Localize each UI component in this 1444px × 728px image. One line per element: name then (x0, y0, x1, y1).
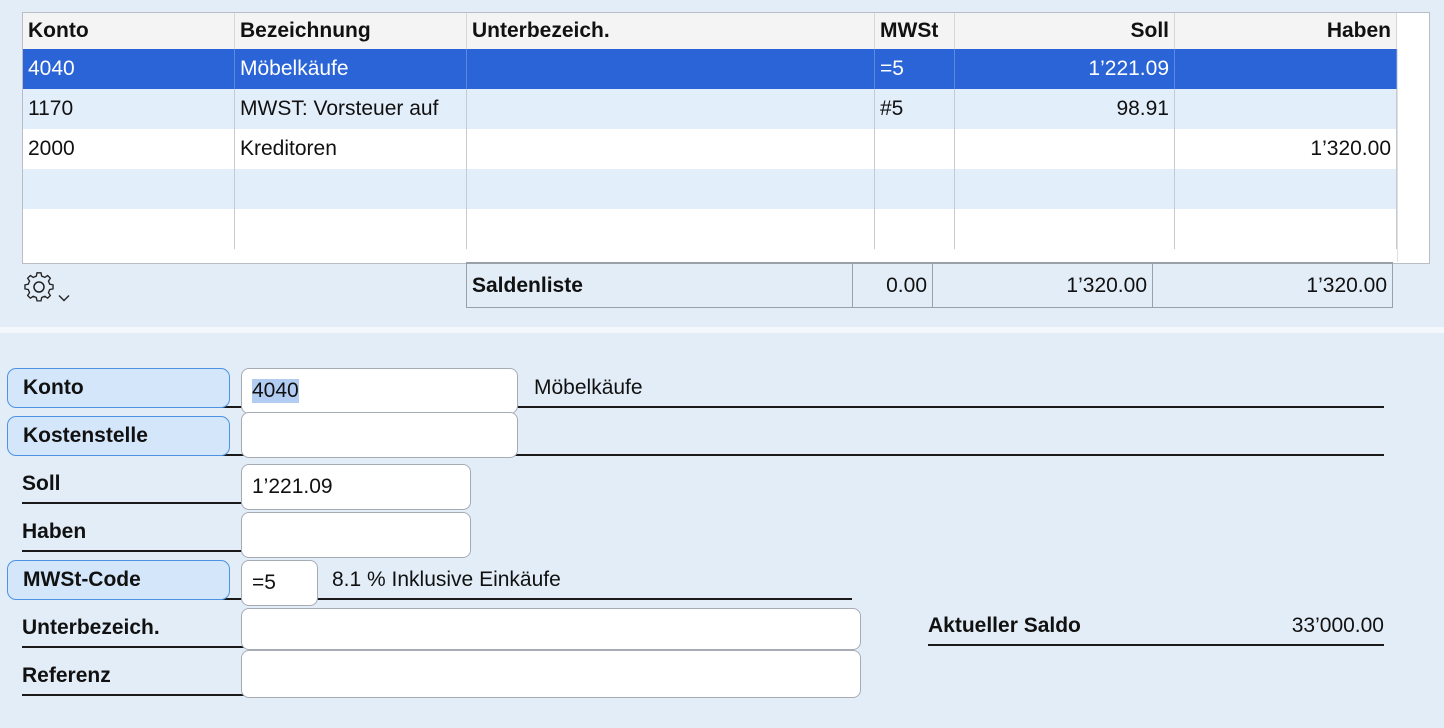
cell-konto[interactable]: 1170 (23, 89, 235, 129)
mwst-code-label-button[interactable]: MWSt-Code (7, 560, 230, 600)
column-header-soll[interactable]: Soll (955, 13, 1175, 49)
cell-bezeichnung[interactable] (235, 169, 467, 209)
konto-description: Möbelkäufe (534, 376, 643, 399)
column-header-haben[interactable]: Haben (1175, 13, 1397, 49)
cell-bezeichnung[interactable]: Kreditoren (235, 129, 467, 169)
table-row[interactable] (23, 169, 1397, 209)
haben-label: Haben (22, 520, 87, 543)
cell-unterbezeich[interactable] (467, 169, 875, 209)
cell-haben[interactable] (1175, 49, 1397, 89)
cell-soll[interactable]: 98.91 (955, 89, 1175, 129)
column-header-mwst[interactable]: MWSt (875, 13, 955, 49)
saldenliste-summary: Saldenliste 0.00 1’320.00 1’320.00 (466, 262, 1393, 308)
soll-input[interactable]: 1’221.09 (241, 464, 471, 510)
cell-konto[interactable]: 4040 (23, 49, 235, 89)
cell-konto[interactable] (23, 209, 235, 249)
table-row[interactable]: 2000 Kreditoren 1’320.00 (23, 129, 1397, 169)
cell-bezeichnung[interactable]: MWST: Vorsteuer auf (235, 89, 467, 129)
mwst-code-input[interactable]: =5 (241, 560, 318, 606)
cell-bezeichnung[interactable]: Möbelkäufe (235, 49, 467, 89)
cell-haben[interactable] (1175, 209, 1397, 249)
cell-mwst[interactable]: #5 (875, 89, 955, 129)
referenz-label: Referenz (22, 664, 111, 687)
cell-unterbezeich[interactable] (467, 129, 875, 169)
column-header-unterbezeich[interactable]: Unterbezeich. (467, 13, 875, 49)
cell-soll[interactable] (955, 169, 1175, 209)
unterbezeich-input[interactable] (241, 608, 861, 650)
saldenliste-soll: 1’320.00 (933, 264, 1153, 308)
aktueller-saldo-label: Aktueller Saldo (928, 614, 1081, 637)
settings-menu-button[interactable] (22, 270, 72, 306)
mwst-code-description: 8.1 % Inklusive Einkäufe (332, 568, 561, 591)
cell-bezeichnung[interactable] (235, 209, 467, 249)
table-row[interactable] (23, 209, 1397, 249)
konto-label-button[interactable]: Konto (7, 368, 230, 408)
table-row[interactable]: 1170 MWST: Vorsteuer auf #5 98.91 (23, 89, 1397, 129)
chevron-down-icon (58, 295, 70, 302)
kostenstelle-label-button[interactable]: Kostenstelle (7, 416, 230, 456)
booking-table: Konto Bezeichnung Unterbezeich. MWSt Sol… (22, 12, 1430, 264)
vertical-scrollbar[interactable] (1397, 49, 1429, 262)
header-filler (1397, 13, 1428, 49)
column-header-bezeichnung[interactable]: Bezeichnung (235, 13, 467, 49)
cell-soll[interactable]: 1’221.09 (955, 49, 1175, 89)
cell-mwst[interactable] (875, 129, 955, 169)
cell-konto[interactable]: 2000 (23, 129, 235, 169)
cell-mwst[interactable] (875, 209, 955, 249)
cell-haben[interactable] (1175, 89, 1397, 129)
cell-mwst[interactable]: =5 (875, 49, 955, 89)
column-header-konto[interactable]: Konto (23, 13, 235, 49)
cell-unterbezeich[interactable] (467, 49, 875, 89)
cell-haben[interactable]: 1’320.00 (1175, 129, 1397, 169)
cell-unterbezeich[interactable] (467, 89, 875, 129)
cell-unterbezeich[interactable] (467, 209, 875, 249)
table-row[interactable]: 4040 Möbelkäufe =5 1’221.09 (23, 49, 1397, 89)
referenz-input[interactable] (241, 650, 861, 698)
kostenstelle-input[interactable] (241, 412, 518, 458)
saldenliste-mwst: 0.00 (853, 264, 933, 308)
konto-input[interactable]: 4040 (241, 368, 518, 414)
konto-input-value: 4040 (252, 379, 299, 403)
saldenliste-label: Saldenliste (467, 264, 853, 308)
cell-konto[interactable] (23, 169, 235, 209)
unterbezeich-label: Unterbezeich. (22, 616, 160, 639)
cell-soll[interactable] (955, 209, 1175, 249)
cell-mwst[interactable] (875, 169, 955, 209)
cell-haben[interactable] (1175, 169, 1397, 209)
soll-label: Soll (22, 472, 61, 495)
section-divider (0, 327, 1444, 333)
cell-soll[interactable] (955, 129, 1175, 169)
aktueller-saldo-value: 33’000.00 (1291, 614, 1384, 637)
saldenliste-haben: 1’320.00 (1306, 274, 1387, 297)
haben-input[interactable] (241, 512, 471, 558)
